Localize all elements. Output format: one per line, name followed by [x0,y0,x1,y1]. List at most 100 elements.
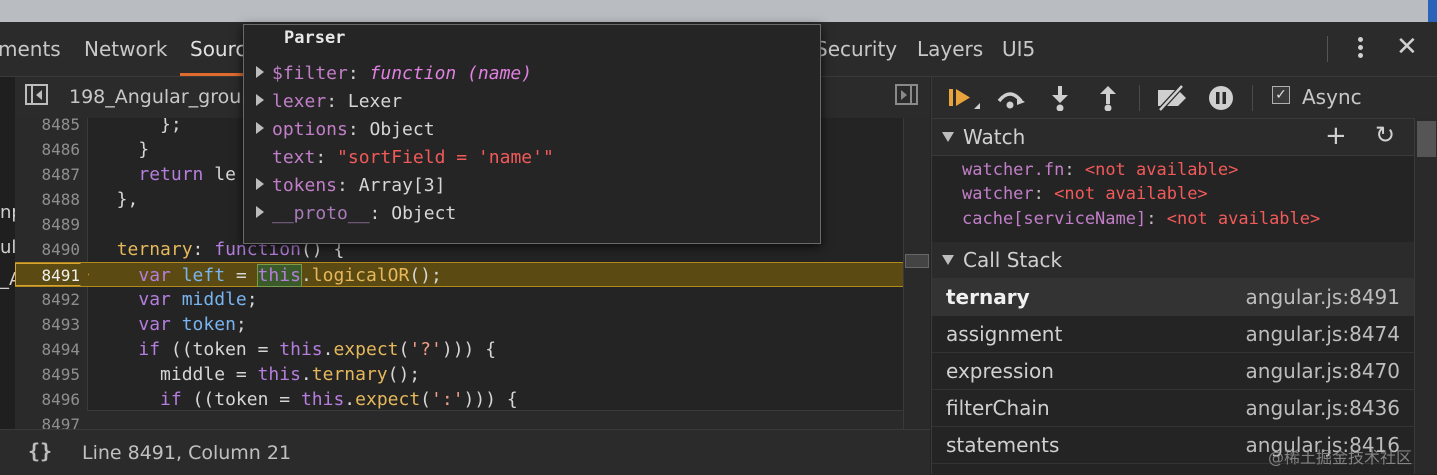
callstack-frame[interactable]: ternary angular.js:8491 [932,278,1414,316]
line-number[interactable]: 8492 [15,287,80,312]
collapse-triangle-icon[interactable] [942,132,954,142]
property-key: __proto__ [272,203,370,224]
browser-top-accent [1428,0,1437,22]
step-into-icon[interactable] [1046,83,1074,111]
sidebar-scroll-thumb[interactable] [1417,121,1436,157]
code-line[interactable]: 8494 if ((token = this.expect('?'))) { [15,337,930,362]
callstack-frame[interactable]: expression angular.js:8470 [932,352,1414,390]
refresh-watch-icon[interactable]: ↻ [1375,121,1395,149]
code-text: return le [138,164,236,185]
file-tab[interactable]: 198_Angular_group [69,86,253,108]
line-number[interactable]: 8491 [15,263,80,288]
tab-security[interactable]: Security [815,37,897,61]
step-out-icon[interactable] [1094,83,1122,111]
editor-vertical-scrollbar[interactable] [903,118,930,429]
watch-value: <not available> [1054,184,1208,204]
line-number[interactable]: 8496 [15,387,80,412]
expand-triangle-icon[interactable] [256,206,264,218]
frame-function: ternary [946,285,1030,309]
property-value: "sortField = 'name'" [337,147,554,168]
line-number[interactable]: 8489 [15,212,80,237]
navigator-pane-collapsed: np ul _A [0,77,23,429]
code-text: if ((token = this.expect('?'))) { [138,339,497,360]
collapse-triangle-icon[interactable] [942,255,954,265]
code-line[interactable]: 8496 if ((token = this.expect(':'))) { [15,387,930,412]
watch-expression: watcher.fn [962,160,1065,180]
code-text: }, [95,189,139,210]
frame-function: expression [946,359,1054,383]
line-number[interactable]: 8485 [15,118,80,137]
toggle-debugger-icon[interactable] [895,84,918,105]
property-key: text [272,147,316,168]
expand-triangle-icon[interactable] [256,66,264,78]
navigator-fragment[interactable]: ul [0,237,16,258]
add-watch-icon[interactable]: + [1325,121,1347,151]
tab-elements[interactable]: ments [0,37,61,61]
close-devtools-icon[interactable]: ✕ [1396,32,1418,62]
property-value: Object [391,203,457,224]
line-number[interactable]: 8494 [15,337,80,362]
frame-function: filterChain [946,396,1050,420]
popover-property-row[interactable]: __proto__: Object [256,203,456,224]
frame-function: statements [946,433,1060,457]
code-line[interactable]: 8492 var middle; [15,287,930,312]
property-key: options [272,119,348,140]
frame-location[interactable]: angular.js:8474 [1246,322,1400,346]
editor-status-bar: {} Line 8491, Column 21 [0,429,930,475]
code-text: }; [95,118,182,135]
sidebar-scrollbar[interactable] [1414,118,1437,474]
line-number[interactable]: 8497 [15,412,80,429]
watch-expression: cache[serviceName] [962,209,1147,229]
popover-property-row[interactable]: $filter: function (name) [256,63,532,84]
editor-horizontal-scrollbar[interactable] [87,410,903,429]
frame-location[interactable]: angular.js:8436 [1246,396,1400,420]
popover-property-row[interactable]: tokens: Array[3] [256,175,445,196]
line-number[interactable]: 8490 [15,237,80,262]
line-number[interactable]: 8488 [15,187,80,212]
pause-on-exceptions-icon[interactable] [1206,83,1236,111]
code-text: var middle; [138,289,258,310]
tab-network[interactable]: Network [84,37,168,61]
frame-location[interactable]: angular.js:8491 [1246,285,1400,309]
editor-scroll-thumb[interactable] [905,254,929,268]
property-key: tokens [272,175,338,196]
object-preview-popover[interactable]: Parser $filter: function (name) lexer: Le… [243,24,821,244]
watch-item[interactable]: watcher.fn: <not available> [962,160,1238,180]
property-value: Array[3] [358,175,446,196]
expand-triangle-icon[interactable] [256,122,264,134]
line-number[interactable]: 8495 [15,362,80,387]
line-number[interactable]: 8486 [15,137,80,162]
async-label: Async [1302,85,1362,109]
active-tab-underline [180,73,250,76]
resume-icon[interactable] [946,83,982,111]
tab-ui5[interactable]: UI5 [1002,37,1035,61]
watch-item[interactable]: cache[serviceName]: <not available> [962,209,1320,229]
line-number[interactable]: 8493 [15,312,80,337]
current-execution-line[interactable]: 8491 var left = this.logicalOR(); [15,262,930,287]
property-value: function (name) [369,63,533,84]
callstack-pane-header[interactable]: Call Stack [932,242,1414,279]
line-number[interactable]: 8487 [15,162,80,187]
deactivate-breakpoints-icon[interactable] [1154,83,1190,111]
callstack-title: Call Stack [963,248,1063,272]
popover-property-row[interactable]: options: Object [256,119,435,140]
toggle-navigator-icon[interactable] [25,84,48,105]
more-options-icon[interactable] [1348,34,1372,64]
async-checkbox[interactable]: ✓ [1272,86,1290,104]
expand-triangle-icon[interactable] [256,94,264,106]
code-text: } [95,139,150,160]
cursor-position: Line 8491, Column 21 [82,442,292,464]
callstack-frame[interactable]: assignment angular.js:8474 [932,315,1414,353]
popover-property-row[interactable]: lexer: Lexer [256,91,402,112]
code-text: var token; [138,314,247,335]
watch-item[interactable]: watcher: <not available> [962,184,1208,204]
step-over-icon[interactable] [994,83,1028,111]
pretty-print-icon[interactable]: {} [28,439,52,463]
expand-triangle-icon[interactable] [256,178,264,190]
code-line[interactable]: 8493 var token; [15,312,930,337]
code-line[interactable]: 8495 middle = this.ternary(); [15,362,930,387]
tab-layers[interactable]: Layers [917,37,983,61]
frame-location[interactable]: angular.js:8470 [1246,359,1400,383]
watch-pane-header[interactable]: Watch + ↻ [932,119,1414,156]
callstack-frame[interactable]: filterChain angular.js:8436 [932,389,1414,427]
